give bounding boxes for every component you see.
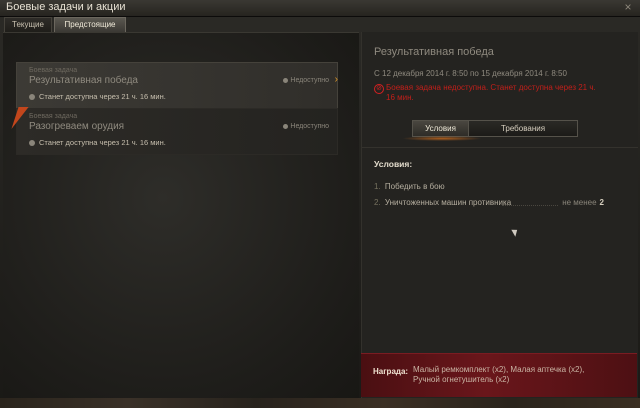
- reward-text: Малый ремкомплект (x2), Малая аптечка (x…: [413, 365, 585, 384]
- quest-name: Разогреваем орудия: [29, 121, 125, 132]
- quests-window: Боевые задачи и акции × Текущие Предстоя…: [0, 0, 640, 408]
- detail-title: Результативная победа: [374, 46, 494, 58]
- condition-requirement: не менее 2: [562, 198, 604, 207]
- divider: [362, 147, 638, 148]
- quest-detail-panel: Результативная победа С 12 декабря 2014 …: [361, 32, 638, 398]
- status-dot-icon: [283, 123, 289, 129]
- quest-status: Станет доступна через 21 ч. 16 мин.: [29, 138, 166, 147]
- active-indicator: [402, 136, 482, 141]
- quest-name: Результативная победа: [29, 75, 138, 86]
- condition-number: 1.: [374, 182, 381, 191]
- requirements-button[interactable]: Требования: [469, 121, 577, 136]
- quest-item-warming-guns[interactable]: Боевая задача Разогреваем орудия Станет …: [11, 107, 338, 155]
- dotted-leader: [502, 205, 558, 207]
- quest-availability: Недоступно: [283, 77, 329, 84]
- quest-category: Боевая задача: [29, 67, 78, 74]
- quest-list: Боевая задача Результативная победа Стан…: [3, 32, 359, 399]
- condition-text: Победить в бою: [384, 182, 445, 191]
- requirement-value: 2: [599, 198, 604, 207]
- new-flag-icon: [11, 107, 29, 129]
- condition-item: 1. Победить в бою: [374, 182, 445, 191]
- chevron-right-icon: ›: [334, 74, 338, 85]
- warning-icon: ⊘: [374, 84, 384, 94]
- status-dot-icon: [283, 77, 289, 83]
- condition-item: 2. Уничтоженных машин противника: [374, 198, 511, 207]
- reward-bar: Награда: Малый ремкомплект (x2), Малая а…: [361, 353, 637, 397]
- conditions-button[interactable]: Условия: [413, 121, 469, 136]
- clock-icon: [29, 140, 35, 147]
- window-title: Боевые задачи и акции: [6, 1, 126, 13]
- tab-upcoming[interactable]: Предстоящие: [54, 17, 126, 33]
- quest-item-effective-victory[interactable]: Боевая задача Результативная победа Стан…: [16, 62, 338, 109]
- tab-current[interactable]: Текущие: [4, 17, 52, 33]
- detail-dates: С 12 декабря 2014 г. 8:50 по 15 декабря …: [374, 69, 567, 78]
- requirement-label: не менее: [562, 198, 597, 207]
- quest-category: Боевая задача: [29, 113, 78, 120]
- detail-warning: Боевая задача недоступна. Станет доступн…: [386, 83, 596, 102]
- quest-status-text: Станет доступна через 21 ч. 16 мин.: [39, 138, 166, 147]
- detail-toggle: Условия Требования: [412, 120, 578, 137]
- quest-availability-text: Недоступно: [290, 123, 329, 130]
- quest-availability: Недоступно: [283, 123, 329, 130]
- quest-status: Станет доступна через 21 ч. 16 мин.: [29, 92, 166, 101]
- condition-number: 2.: [374, 198, 381, 207]
- quest-availability-text: Недоступно: [290, 77, 329, 84]
- condition-text: Уничтоженных машин противника: [384, 198, 512, 207]
- close-icon[interactable]: ×: [622, 0, 634, 14]
- quest-status-text: Станет доступна через 21 ч. 16 мин.: [39, 92, 166, 101]
- title-bar: Боевые задачи и акции ×: [0, 0, 640, 17]
- vehicle-carousel-strip: [0, 398, 640, 408]
- reward-label: Награда:: [373, 367, 409, 376]
- clock-icon: [29, 94, 35, 101]
- conditions-heading: Условия:: [374, 159, 413, 169]
